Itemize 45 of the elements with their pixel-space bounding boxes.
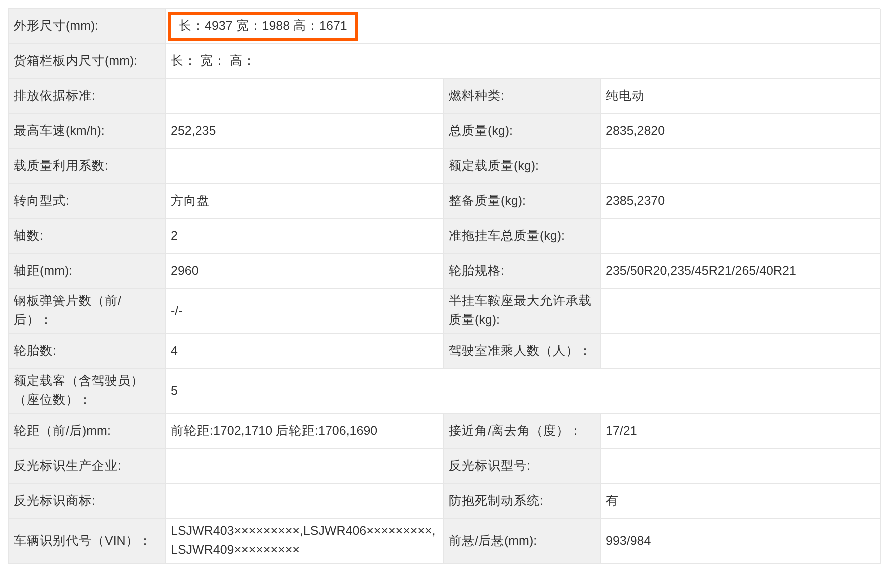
field-label: 额定载客（含驾驶员）（座位数）： [9,369,166,414]
field-label: 轮胎规格: [444,254,601,289]
field-value: 993/984 [606,532,652,550]
field-label: 驾驶室准乘人数（人）： [444,334,601,369]
field-label: 载质量利用系数: [9,149,166,184]
field-label: 轮距（前/后)mm: [9,414,166,449]
field-label: 总质量(kg): [444,114,601,149]
field-value: 长： 宽： 高： [171,52,256,70]
field-value: 有 [606,492,619,510]
field-label: 半挂车鞍座最大允许承载质量(kg): [444,289,601,334]
field-value: 2 [171,228,178,244]
field-value: -/- [171,302,183,320]
field-value: 235/50R20,235/45R21/265/40R21 [606,262,796,280]
field-label: 燃料种类: [444,79,601,114]
field-value: 17/21 [606,422,638,440]
field-value: 长：4937 宽：1988 高：1671 [171,14,356,38]
field-label: 准拖挂车总质量(kg): [444,219,601,254]
field-value: LSJWR403×××××××××,LSJWR406×××××××××,LSJWR409××××××××× [171,523,437,559]
field-value: 方向盘 [171,192,210,210]
field-label: 反光标识生产企业: [9,449,166,484]
field-label: 车辆识别代号（VIN）： [9,519,166,564]
field-value: 2385,2370 [606,192,666,210]
field-label: 反光标识商标: [9,484,166,519]
field-label: 整备质量(kg): [444,184,601,219]
field-value: 4 [171,342,178,360]
field-label: 转向型式: [9,184,166,219]
field-label: 轮胎数: [9,334,166,369]
field-label: 反光标识型号: [444,449,601,484]
field-label: 前悬/后悬(mm): [444,519,601,564]
field-label: 额定载质量(kg): [444,149,601,184]
field-label: 排放依据标准: [9,79,166,114]
field-label: 钢板弹簧片数（前/后）： [9,289,166,334]
field-label: 货箱栏板内尺寸(mm): [9,44,166,79]
field-value: 252,235 [171,122,216,140]
field-label: 轴距(mm): [9,254,166,289]
field-value: 前轮距:1702,1710 后轮距:1706,1690 [171,422,378,440]
field-label: 最高车速(km/h): [9,114,166,149]
field-label: 防抱死制动系统: [444,484,601,519]
field-label: 轴数: [9,219,166,254]
field-label: 外形尺寸(mm): [9,9,166,44]
field-label: 接近角/离去角（度）： [444,414,601,449]
field-value: 2835,2820 [606,122,666,140]
field-value: 2960 [171,262,199,280]
field-value: 纯电动 [606,88,645,104]
field-value: 5 [171,382,178,400]
